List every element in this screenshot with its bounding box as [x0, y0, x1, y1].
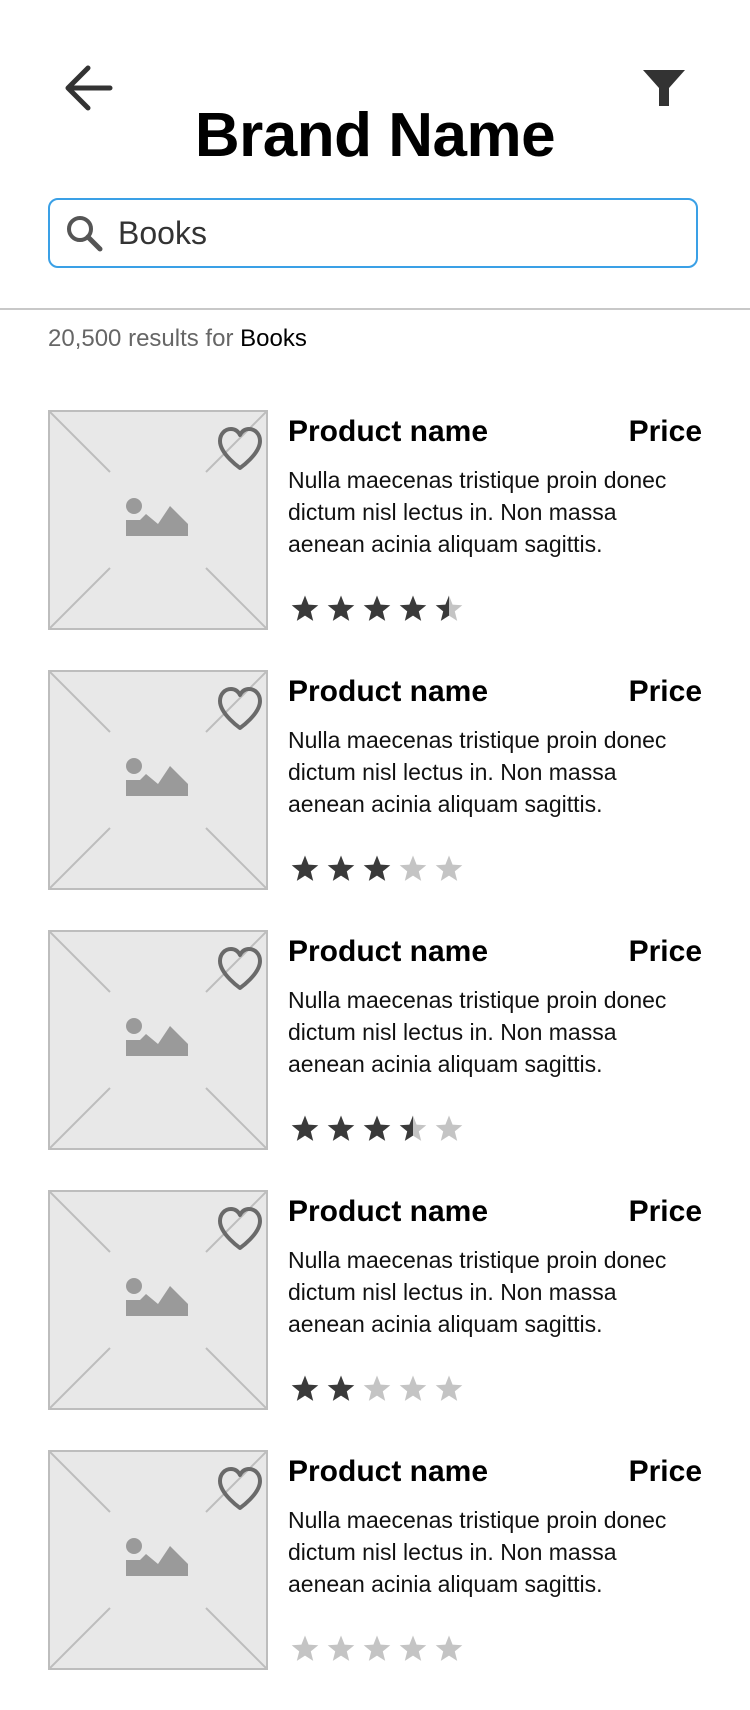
product-rating [290, 854, 464, 884]
product-name[interactable]: Product name [288, 412, 488, 452]
product-image[interactable] [48, 930, 268, 1150]
product-description: Nulla maecenas tristique proin donec dic… [288, 1247, 667, 1337]
product-image[interactable] [48, 1190, 268, 1410]
search-input[interactable] [118, 208, 658, 258]
product-name[interactable]: Product name [288, 932, 488, 972]
filter-icon [643, 70, 685, 106]
star-icon [291, 1635, 319, 1661]
search-icon [64, 213, 104, 253]
heart-icon[interactable] [216, 426, 264, 472]
star-icon [327, 1375, 355, 1401]
star-icon [327, 595, 355, 621]
product-card[interactable]: Product name Price Nulla maecenas tristi… [0, 410, 750, 670]
product-name[interactable]: Product name [288, 1192, 488, 1232]
product-name[interactable]: Product name [288, 672, 488, 712]
product-image[interactable] [48, 670, 268, 890]
product-description: Nulla maecenas tristique proin donec dic… [288, 1507, 667, 1597]
divider [0, 308, 750, 310]
product-card[interactable]: Product name Price Nulla maecenas tristi… [0, 670, 750, 930]
product-rating [290, 594, 464, 624]
results-summary: 20,500 results for Books [48, 325, 307, 353]
app-header: Brand Name [0, 0, 750, 300]
star-icon [435, 1635, 463, 1661]
star-icon [327, 1635, 355, 1661]
image-placeholder-icon [126, 1278, 188, 1316]
search-bar[interactable] [48, 198, 698, 268]
heart-icon[interactable] [216, 946, 264, 992]
product-description: Nulla maecenas tristique proin donec dic… [288, 727, 667, 817]
product-name[interactable]: Product name [288, 1452, 488, 1492]
product-list: Product name Price Nulla maecenas tristi… [0, 410, 750, 1710]
star-icon [363, 855, 391, 881]
results-query: Books [240, 325, 307, 352]
product-description: Nulla maecenas tristique proin donec dic… [288, 467, 667, 557]
image-placeholder-icon [126, 758, 188, 796]
star-icon [291, 855, 319, 881]
product-rating [290, 1634, 464, 1664]
star-icon [399, 1375, 427, 1401]
star-icon [435, 1375, 463, 1401]
star-icon [327, 855, 355, 881]
star-icon [363, 595, 391, 621]
product-card[interactable]: Product name Price Nulla maecenas tristi… [0, 1450, 750, 1710]
star-icon [399, 595, 427, 621]
product-image[interactable] [48, 410, 268, 630]
heart-icon[interactable] [216, 686, 264, 732]
star-icon [435, 855, 463, 881]
product-price: Price [628, 1455, 702, 1488]
product-rating [290, 1374, 464, 1404]
star-icon [291, 1375, 319, 1401]
results-count: 20,500 results for [48, 325, 241, 352]
product-price: Price [628, 1195, 702, 1228]
image-placeholder-icon [126, 1538, 188, 1576]
image-placeholder-icon [126, 1018, 188, 1056]
star-icon [435, 1115, 463, 1141]
heart-icon[interactable] [216, 1466, 264, 1512]
star-icon [363, 1115, 391, 1141]
filter-button[interactable] [634, 58, 694, 118]
star-icon [399, 1635, 427, 1661]
product-card[interactable]: Product name Price Nulla maecenas tristi… [0, 930, 750, 1190]
star-icon [363, 1635, 391, 1661]
product-price: Price [628, 415, 702, 448]
star-icon [291, 1115, 319, 1141]
star-icon [435, 595, 463, 621]
star-icon [363, 1375, 391, 1401]
product-description: Nulla maecenas tristique proin donec dic… [288, 987, 667, 1077]
star-icon [291, 595, 319, 621]
product-price: Price [628, 675, 702, 708]
product-card[interactable]: Product name Price Nulla maecenas tristi… [0, 1190, 750, 1450]
product-image[interactable] [48, 1450, 268, 1670]
star-icon [327, 1115, 355, 1141]
product-rating [290, 1114, 464, 1144]
heart-icon[interactable] [216, 1206, 264, 1252]
star-icon [399, 1115, 427, 1141]
product-price: Price [628, 935, 702, 968]
star-icon [399, 855, 427, 881]
image-placeholder-icon [126, 498, 188, 536]
